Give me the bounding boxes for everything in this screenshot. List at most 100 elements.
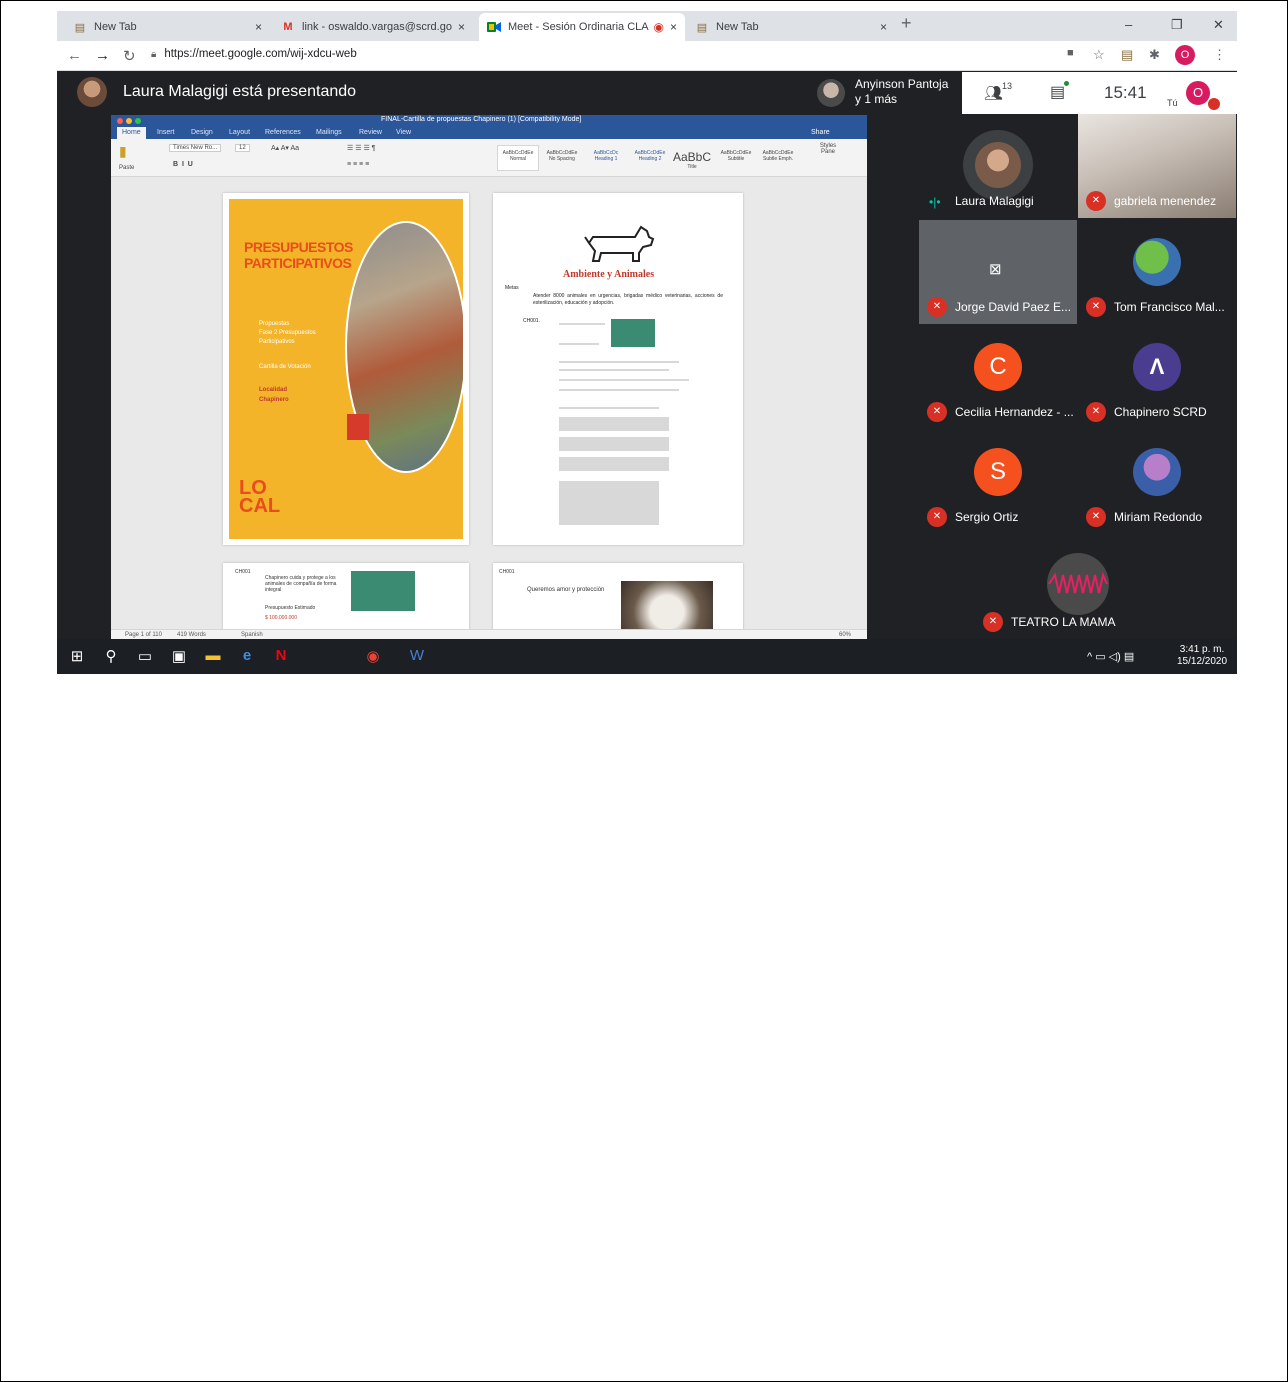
text-block (559, 437, 669, 451)
font-size-select[interactable]: 12 (235, 144, 250, 152)
minimize-button[interactable]: – (1125, 17, 1132, 32)
style-heading-2[interactable]: AaBbCcDdEe Heading 2 (629, 145, 671, 171)
tab-strip: ▤ New Tab × M link - oswaldo.vargas@scrd… (57, 11, 1237, 41)
participant-tile[interactable]: •|• Laura Malagigi (919, 114, 1077, 218)
system-tray-icons[interactable]: ^ ▭ ◁) ▤ (1087, 650, 1134, 663)
self-avatar[interactable]: O (1186, 81, 1210, 105)
participant-tile[interactable]: C ✕ Cecilia Hernandez - ... (919, 325, 1077, 429)
participant-avatar (1133, 448, 1181, 496)
forward-icon[interactable]: → (95, 47, 110, 64)
participant-tile[interactable]: ✕ Miriam Redondo (1078, 430, 1236, 534)
menu-view[interactable]: View (396, 129, 411, 136)
maximize-button[interactable]: ❐ (1171, 17, 1183, 33)
address-bar: ← → ↻ 🔒︎ https://meet.google.com/wij-xdcu… (57, 41, 1237, 71)
file-explorer-icon[interactable]: ▬ (203, 647, 223, 664)
preview-line-1: Anyinson Pantoja (855, 77, 949, 91)
menu-insert[interactable]: Insert (157, 129, 175, 136)
extension-icon[interactable]: ▤ (1121, 47, 1133, 63)
url-field[interactable]: 🔒︎ https://meet.google.com/wij-xdcu-web (151, 48, 357, 60)
tab-meet[interactable]: Meet - Sesión Ordinaria CLA ◉ × (479, 13, 685, 41)
new-tab-button[interactable]: + (901, 13, 912, 34)
meet-top-bar: Laura Malagigi está presentando Anyinson… (57, 72, 1237, 114)
zoom-level[interactable]: 60% (839, 632, 851, 638)
page4-dog-photo (621, 581, 713, 633)
netflix-icon[interactable]: N (271, 647, 291, 664)
text-block (559, 457, 669, 471)
participant-name: Jorge David Paez E... (955, 300, 1072, 314)
tab-new-tab-2[interactable]: ▤ New Tab × (687, 13, 895, 41)
style-heading-1[interactable]: AaBbCcDc Heading 1 (585, 145, 627, 171)
puzzle-icon[interactable]: ✱ (1149, 47, 1160, 63)
participant-tile[interactable]: ✕ TEATRO LA MAMA (975, 535, 1181, 639)
bookmark-star-icon[interactable]: ☆ (1093, 47, 1105, 63)
font-name-select[interactable]: Times New Ro... (169, 144, 222, 152)
close-icon[interactable]: × (458, 20, 465, 34)
word-icon[interactable]: W (407, 647, 427, 664)
participant-tile[interactable]: S ✕ Sergio Ortiz (919, 430, 1077, 534)
word-doc-title: FINAL-Cartilla de propuestas Chapinero (… (381, 116, 582, 123)
taskbar-clock[interactable]: 3:41 p. m. 15/12/2020 (1177, 644, 1227, 668)
chat-icon[interactable]: ▤ (1050, 82, 1065, 102)
style-no-spacing[interactable]: AaBbCcDdEe No Spacing (541, 145, 583, 171)
menu-references[interactable]: References (265, 129, 301, 136)
page3-amount: $ 100.000.000 (265, 615, 297, 621)
page3-image (351, 571, 415, 611)
self-muted-icon (1208, 98, 1220, 110)
menu-dots-icon[interactable]: ⋮ (1213, 47, 1226, 63)
style-title[interactable]: AaBbC Title (671, 145, 713, 171)
back-icon[interactable]: ← (67, 47, 82, 64)
meeting-clock: 15:41 (1104, 83, 1147, 102)
menu-review[interactable]: Review (359, 129, 382, 136)
tab-gmail[interactable]: M link - oswaldo.vargas@scrd.gov.c × (273, 13, 473, 41)
text-line (559, 361, 679, 363)
format-tools[interactable]: A▴ A▾ Aa (271, 144, 299, 152)
participant-preview-name[interactable]: Anyinson Pantoja y 1 más (855, 77, 948, 107)
menu-layout[interactable]: Layout (229, 129, 250, 136)
participant-tile[interactable]: ✕ Tom Francisco Mal... (1078, 220, 1236, 324)
windows-start-icon[interactable]: ⊞ (67, 647, 87, 665)
text-block (559, 481, 659, 525)
share-button[interactable]: Share (811, 129, 830, 136)
align-tools[interactable]: ≡ ≡ ≡ ≡ (347, 161, 369, 168)
style-name: Heading 1 (594, 156, 618, 162)
camera-icon[interactable]: ■ (1067, 47, 1074, 59)
participant-tile[interactable]: ⊠ ✕ Jorge David Paez E... (919, 220, 1077, 324)
task-view-icon[interactable]: ▭ (135, 647, 155, 665)
close-icon[interactable]: × (670, 20, 677, 34)
reload-icon[interactable]: ↻ (123, 47, 136, 65)
menu-home[interactable]: Home (117, 127, 146, 139)
close-icon[interactable]: × (880, 20, 887, 34)
status-language: Spanish (241, 632, 263, 638)
page3-presupuesto: Presupuesto Estimado (265, 605, 316, 611)
style-subtitle[interactable]: AaBbCcDdEe Subtitle (715, 145, 757, 171)
gmail-icon: M (283, 21, 293, 33)
document-area: PRESUPUESTOS PARTICIPATIVOS Propuestas F… (111, 177, 867, 633)
close-icon[interactable]: × (255, 20, 262, 34)
paste-icon[interactable]: ▮ (119, 143, 127, 160)
participant-tile[interactable]: Λ ✕ Chapinero SCRD (1078, 325, 1236, 429)
participant-name: gabriela menendez (1114, 194, 1217, 208)
search-icon[interactable]: ⚲ (101, 647, 121, 665)
self-label: Tú (1167, 98, 1178, 108)
tab-new-tab-1[interactable]: ▤ New Tab × (65, 13, 270, 41)
menu-mailings[interactable]: Mailings (316, 129, 342, 136)
participant-name: TEATRO LA MAMA (1011, 615, 1116, 629)
participant-preview-avatar[interactable] (817, 79, 845, 107)
profile-avatar[interactable]: O (1175, 45, 1195, 65)
store-icon[interactable]: ▣ (169, 647, 189, 665)
chrome-icon[interactable]: ◉ (363, 647, 383, 665)
edge-icon[interactable]: e (237, 647, 257, 664)
text-line (559, 389, 679, 391)
people-icon[interactable]: 👥︎ (984, 84, 1003, 102)
close-window-button[interactable]: ✕ (1213, 17, 1224, 33)
style-subtle-emph[interactable]: AaBbCcDdEe Subtle Emph. (757, 145, 799, 171)
participant-tile[interactable]: ✕ gabriela menendez (1078, 114, 1236, 218)
bold-button[interactable]: B I U (173, 161, 193, 168)
word-title-bar: FINAL-Cartilla de propuestas Chapinero (… (111, 115, 867, 127)
menu-design[interactable]: Design (191, 129, 213, 136)
styles-pane-button[interactable]: Styles Pane (813, 143, 843, 155)
style-normal[interactable]: AaBbCcDdEe Normal (497, 145, 539, 171)
paragraph-tools[interactable]: ☰ ☰ ☰ ¶ (347, 144, 375, 152)
page2-code: CH001. (523, 318, 540, 324)
new-tab-icon: ▤ (74, 21, 86, 34)
